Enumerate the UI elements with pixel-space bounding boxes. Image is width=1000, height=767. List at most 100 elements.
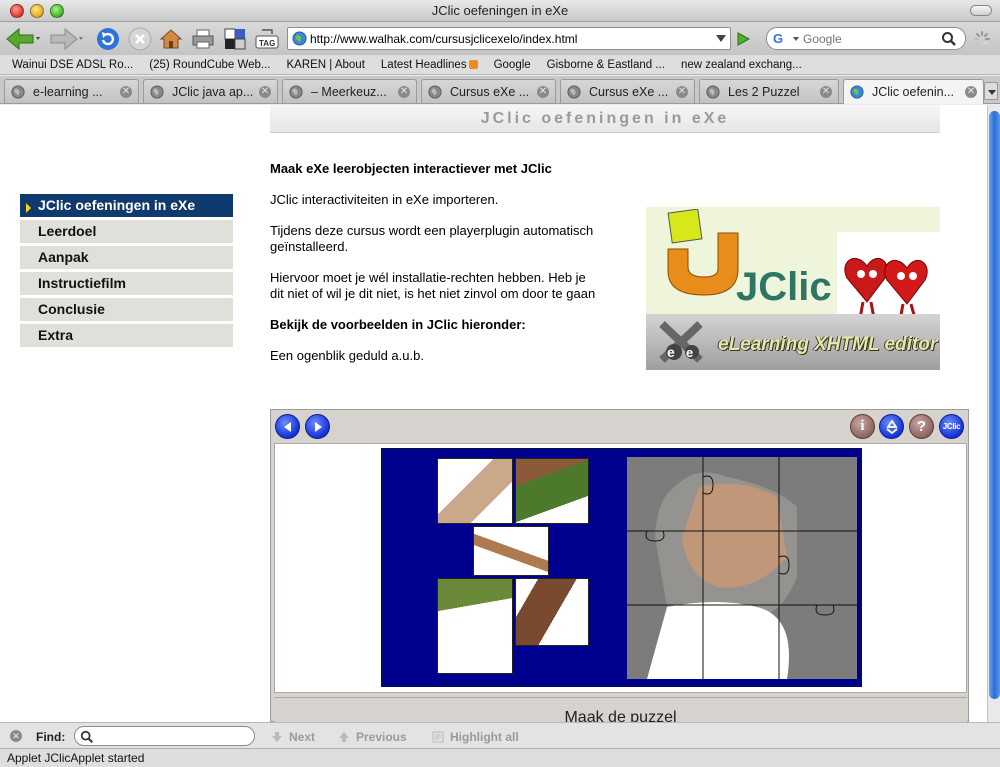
stop-button[interactable] xyxy=(127,26,153,52)
vertical-scrollbar[interactable] xyxy=(987,105,1000,722)
jclic-exe-banner: JClic e e eLearning XHTML editor xyxy=(646,207,940,370)
tab-close-icon[interactable]: ✕ xyxy=(820,85,832,98)
paragraph: JClic interactiviteiten in eXe importere… xyxy=(270,192,499,207)
tab-label: – Meerkeuz... xyxy=(311,84,387,99)
puzzle-piece[interactable] xyxy=(515,458,589,524)
tab-label: Cursus eXe ... xyxy=(589,84,669,99)
applet-stage xyxy=(274,443,967,693)
find-previous-button[interactable]: Previous xyxy=(338,730,407,744)
tab[interactable]: Cursus eXe ... ✕ xyxy=(421,79,556,103)
back-button[interactable] xyxy=(4,26,42,52)
delicious-button[interactable] xyxy=(222,26,248,52)
menu-item-leerdoel[interactable]: Leerdoel xyxy=(20,220,233,243)
intro-text: Maak eXe leerobjecten interactiever met … xyxy=(270,161,600,379)
menu-item-jclic-oefeningen[interactable]: JClic oefeningen in eXe xyxy=(20,194,233,217)
highlight-icon xyxy=(432,731,444,743)
toolbar-toggle-button[interactable] xyxy=(970,5,992,16)
puzzle-grid-lines xyxy=(627,457,857,679)
search-icon[interactable] xyxy=(941,31,957,47)
find-bar: ✕ Find: Next Previous Highlight all xyxy=(0,722,1000,748)
applet-help-button[interactable]: ? xyxy=(909,414,934,439)
tab-list-button[interactable] xyxy=(984,82,998,100)
jclic-applet[interactable]: i ? JClic Maak de puzzel xyxy=(270,409,969,722)
bookmark-item-headlines[interactable]: Latest Headlines xyxy=(381,59,478,71)
tab-close-icon[interactable]: ✕ xyxy=(259,85,271,98)
tab-close-icon[interactable]: ✕ xyxy=(120,85,132,98)
puzzle-piece[interactable] xyxy=(437,458,513,524)
bookmark-item[interactable]: Gisborne & Eastland ... xyxy=(547,59,665,71)
tab-label: Les 2 Puzzel xyxy=(728,84,800,99)
applet-info-button[interactable]: i xyxy=(850,414,875,439)
delicious-icon xyxy=(224,28,246,50)
page-content: JClic oefeningen in eXe JClic oefeningen… xyxy=(0,105,987,722)
chevron-down-icon[interactable] xyxy=(793,37,799,41)
window-title: JClic oefeningen in eXe xyxy=(431,3,569,18)
bookmark-item[interactable]: Wainui DSE ADSL Ro... xyxy=(12,59,133,71)
find-next-button[interactable]: Next xyxy=(271,730,315,744)
bookmark-item[interactable]: (25) RoundCube Web... xyxy=(149,59,270,71)
applet-message: Maak de puzzel xyxy=(274,697,967,722)
title-bar: JClic oefeningen in eXe xyxy=(0,0,1000,22)
search-input[interactable] xyxy=(803,31,933,47)
forward-button[interactable] xyxy=(48,26,86,52)
tab[interactable]: – Meerkeuz... ✕ xyxy=(282,79,417,103)
jclic-logo-text: JClic xyxy=(736,265,832,309)
arrow-left-icon xyxy=(283,421,291,432)
search-icon xyxy=(80,730,93,743)
tab[interactable]: JClic java ap... ✕ xyxy=(143,79,278,103)
home-button[interactable] xyxy=(158,26,184,52)
puzzle-target-grid[interactable] xyxy=(627,457,857,679)
exe-logo-icon: e e xyxy=(659,321,703,363)
menu-item-extra[interactable]: Extra xyxy=(20,324,233,347)
subheading: Bekijk de voorbeelden in JClic hieronder… xyxy=(270,317,526,332)
puzzle-piece[interactable] xyxy=(437,578,513,674)
url-bar[interactable]: http://www.walhak.com/cursusjclicexelo/i… xyxy=(287,27,731,50)
page-title: JClic oefeningen in eXe xyxy=(480,110,730,127)
scrollbar-thumb[interactable] xyxy=(989,111,1000,699)
find-previous-label: Previous xyxy=(356,730,407,744)
tab-close-icon[interactable]: ✕ xyxy=(676,85,688,98)
tab-close-icon[interactable]: ✕ xyxy=(398,85,410,98)
reload-icon xyxy=(97,28,119,50)
applet-about-button[interactable]: JClic xyxy=(939,414,964,439)
print-button[interactable] xyxy=(190,26,216,52)
url-text[interactable]: http://www.walhak.com/cursusjclicexelo/i… xyxy=(310,32,577,46)
bookmark-item[interactable]: Google xyxy=(494,59,531,71)
tab-close-icon[interactable]: ✕ xyxy=(537,85,549,98)
rss-icon xyxy=(468,59,478,69)
bookmark-item[interactable]: KAREN | About xyxy=(286,59,364,71)
applet-next-button[interactable] xyxy=(305,414,330,439)
reload-button[interactable] xyxy=(95,26,121,52)
go-arrow-icon[interactable] xyxy=(735,31,751,47)
back-arrow-icon xyxy=(6,27,40,51)
find-input[interactable] xyxy=(97,729,247,743)
bookmark-item[interactable]: new zealand exchang... xyxy=(681,59,802,71)
find-field[interactable] xyxy=(74,726,255,746)
tab-close-icon[interactable]: ✕ xyxy=(965,86,977,98)
applet-previous-button[interactable] xyxy=(275,414,300,439)
menu-item-instructiefilm[interactable]: Instructiefilm xyxy=(20,272,233,295)
puzzle-board[interactable] xyxy=(381,448,862,687)
arrow-up-icon xyxy=(339,732,349,742)
find-close-icon[interactable]: ✕ xyxy=(10,730,22,742)
applet-reset-button[interactable] xyxy=(879,414,904,439)
tab[interactable]: e-learning ... ✕ xyxy=(4,79,139,103)
tag-button[interactable]: TAG xyxy=(254,26,280,52)
applet-toolbar: i ? JClic xyxy=(271,410,968,442)
highlight-all-button[interactable]: Highlight all xyxy=(432,730,519,744)
google-icon[interactable]: G xyxy=(773,31,783,46)
menu-item-aanpak[interactable]: Aanpak xyxy=(20,246,233,269)
tab[interactable]: Les 2 Puzzel ✕ xyxy=(699,79,839,103)
globe-icon xyxy=(428,84,442,99)
tab[interactable]: Cursus eXe ... ✕ xyxy=(560,79,695,103)
menu-item-conclusie[interactable]: Conclusie xyxy=(20,298,233,321)
puzzle-piece[interactable] xyxy=(473,526,549,576)
globe-icon xyxy=(706,84,720,99)
search-box[interactable]: G xyxy=(766,27,966,50)
puzzle-piece[interactable] xyxy=(515,578,589,646)
printer-icon xyxy=(192,29,214,49)
tab-label: Cursus eXe ... xyxy=(450,84,530,99)
globe-icon xyxy=(289,84,303,99)
chevron-down-icon[interactable] xyxy=(716,35,726,42)
tab-active[interactable]: JClic oefenin... ✕ xyxy=(843,79,984,104)
